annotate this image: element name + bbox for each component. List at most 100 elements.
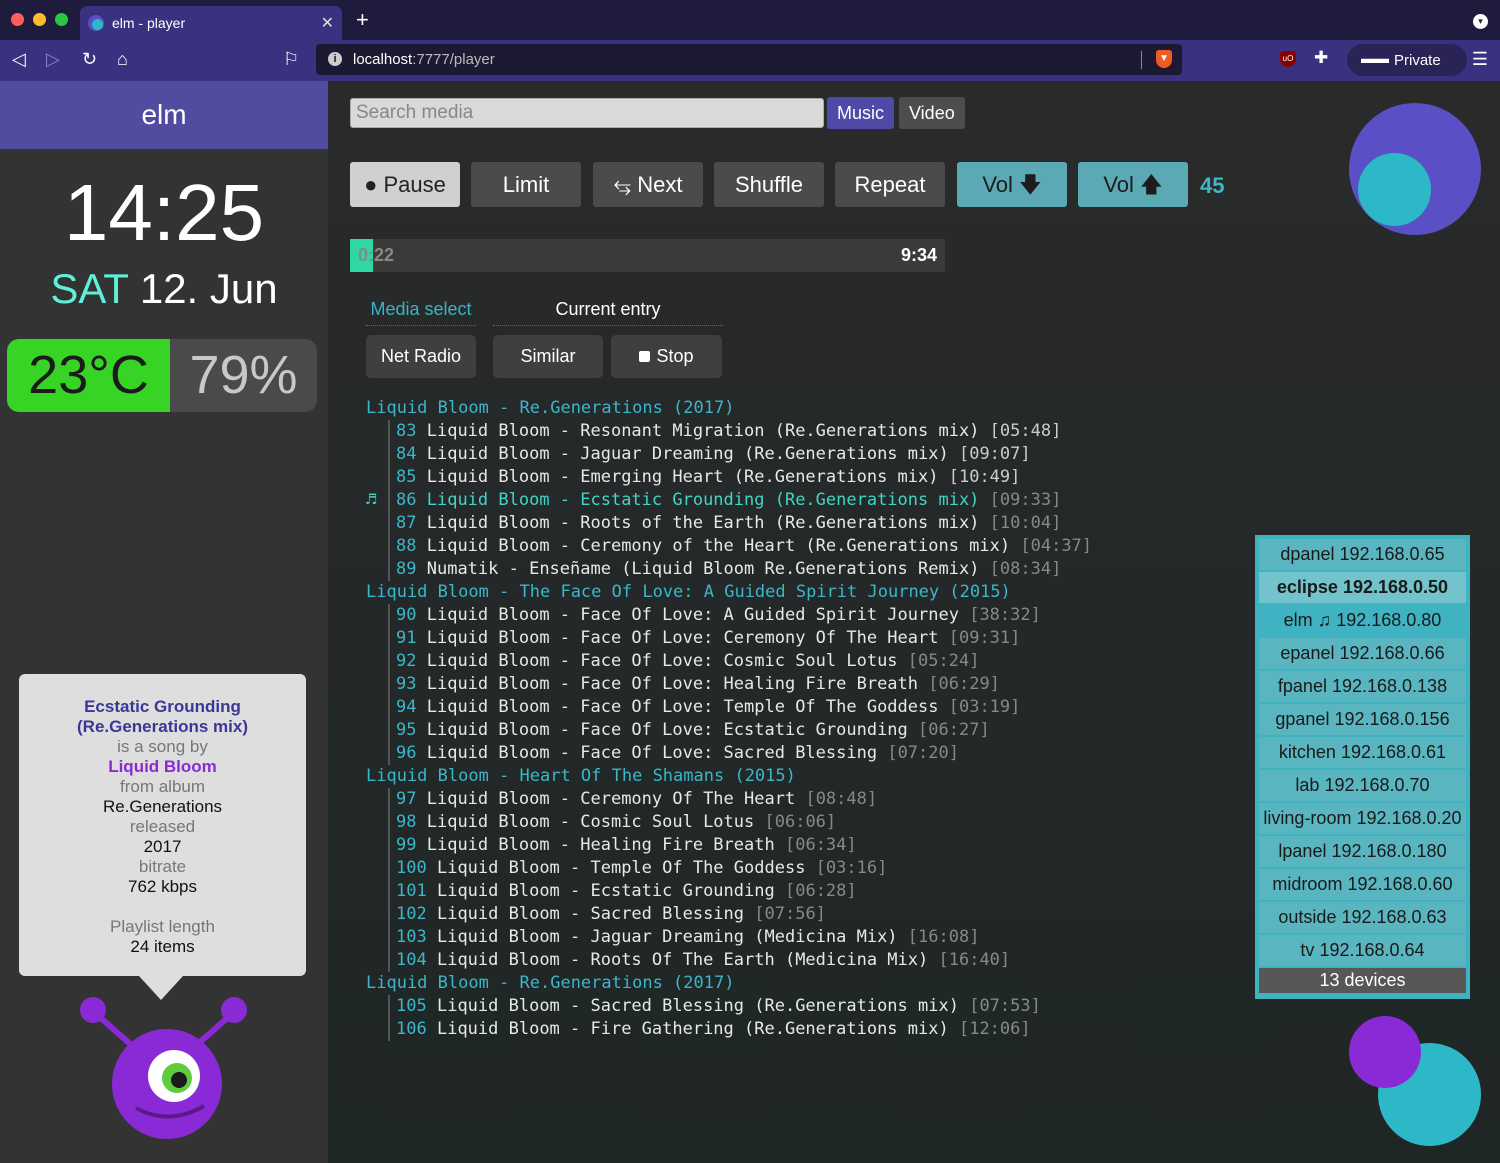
playlist-track[interactable]: 90 Liquid Bloom - Face Of Love: A Guided… [366, 604, 1126, 627]
playlist-track[interactable]: 93 Liquid Bloom - Face Of Love: Healing … [366, 673, 1126, 696]
playlist-track[interactable]: 106 Liquid Bloom - Fire Gathering (Re.Ge… [366, 1018, 1126, 1041]
song-artist[interactable]: Liquid Bloom [19, 757, 306, 777]
url-text[interactable]: localhost:7777/player [353, 51, 495, 68]
brave-shields-icon[interactable]: ▼ [1156, 50, 1172, 68]
device-item[interactable]: outside 192.168.0.63 [1259, 902, 1466, 933]
playlist-track[interactable]: 85 Liquid Bloom - Emerging Heart (Re.Gen… [366, 466, 1126, 489]
playlist-track[interactable]: 95 Liquid Bloom - Face Of Love: Ecstatic… [366, 719, 1126, 742]
shuffle-button[interactable]: Shuffle [714, 162, 824, 207]
elapsed-time: 0:22 [358, 245, 395, 265]
volume-up-button[interactable]: Vol 🡅 [1078, 162, 1188, 207]
stop-button[interactable]: Stop [611, 335, 722, 378]
similar-button[interactable]: Similar [493, 335, 603, 378]
repeat-button[interactable]: Repeat [835, 162, 945, 207]
device-name: midroom [1272, 874, 1343, 894]
device-name: elm ♫ [1283, 610, 1332, 630]
progress-bar[interactable]: 0:22 9:34 [350, 239, 945, 272]
menu-icon[interactable]: ☰ [1472, 49, 1488, 70]
playlist-track[interactable]: 88 Liquid Bloom - Ceremony of the Heart … [366, 535, 1126, 558]
device-item[interactable]: eclipse 192.168.0.50 [1259, 572, 1466, 603]
limit-button[interactable]: Limit [471, 162, 581, 207]
track-duration: [10:04] [989, 513, 1062, 533]
track-title: Liquid Bloom - Jaguar Dreaming (Medicina… [436, 927, 898, 947]
playlist-track[interactable]: 89 Numatik - Enseñame (Liquid Bloom Re.G… [366, 558, 1126, 581]
device-ip: 192.168.0.80 [1336, 610, 1442, 630]
device-item[interactable]: gpanel 192.168.0.156 [1259, 704, 1466, 735]
album-group-line [388, 1018, 390, 1041]
playlist-track[interactable]: 91 Liquid Bloom - Face Of Love: Ceremony… [366, 627, 1126, 650]
device-item[interactable]: tv 192.168.0.64 [1259, 935, 1466, 966]
browser-tab[interactable]: elm - player ✕ [80, 6, 342, 40]
forward-icon[interactable]: ▷ [46, 49, 60, 70]
playlist-track[interactable]: 101 Liquid Bloom - Ecstatic Grounding [0… [366, 880, 1126, 903]
playlist-track[interactable]: 92 Liquid Bloom - Face Of Love: Cosmic S… [366, 650, 1126, 673]
album-group-line [388, 949, 390, 972]
track-title: Liquid Bloom - Face Of Love: Sacred Bles… [426, 743, 878, 763]
song-bitrate: 762 kbps [128, 877, 197, 896]
bitrate-label: bitrate [138, 857, 187, 876]
playlist-track[interactable]: 105 Liquid Bloom - Sacred Blessing (Re.G… [366, 995, 1126, 1018]
playlist-track[interactable]: ♬ 86 Liquid Bloom - Ecstatic Grounding (R… [366, 489, 1126, 512]
volume-down-button[interactable]: Vol 🡇 [957, 162, 1067, 207]
site-info-icon[interactable]: i [328, 52, 342, 66]
device-item[interactable]: living-room 192.168.0.20 [1259, 803, 1466, 834]
playlist-track[interactable]: 99 Liquid Bloom - Healing Fire Breath [0… [366, 834, 1126, 857]
album-group-line [388, 673, 390, 696]
device-item[interactable]: fpanel 192.168.0.138 [1259, 671, 1466, 702]
device-item[interactable]: lpanel 192.168.0.180 [1259, 836, 1466, 867]
home-icon[interactable]: ⌂ [117, 49, 128, 70]
track-duration: [05:24] [907, 651, 980, 671]
album-header[interactable]: Liquid Bloom - The Face Of Love: A Guide… [366, 581, 1126, 604]
playlist-track[interactable]: 83 Liquid Bloom - Resonant Migration (Re… [366, 420, 1126, 443]
playlist-track[interactable]: 96 Liquid Bloom - Face Of Love: Sacred B… [366, 742, 1126, 765]
playlist-track[interactable]: 94 Liquid Bloom - Face Of Love: Temple O… [366, 696, 1126, 719]
minimize-window-button[interactable] [33, 13, 46, 26]
video-mode-button[interactable]: Video [899, 97, 965, 129]
reload-icon[interactable]: ↻ [82, 49, 97, 70]
new-tab-icon[interactable]: + [356, 7, 369, 33]
device-item[interactable]: dpanel 192.168.0.65 [1259, 539, 1466, 570]
playlist-track[interactable]: 98 Liquid Bloom - Cosmic Soul Lotus [06:… [366, 811, 1126, 834]
device-item[interactable]: midroom 192.168.0.60 [1259, 869, 1466, 900]
bookmark-icon[interactable]: ⚐ [283, 49, 299, 70]
device-item[interactable]: epanel 192.168.0.66 [1259, 638, 1466, 669]
tab-close-icon[interactable]: ✕ [321, 13, 334, 33]
track-number: 102 [396, 904, 427, 924]
track-duration: [07:53] [969, 996, 1041, 1016]
pause-button[interactable]: ● Pause [350, 162, 460, 207]
playlist-track[interactable]: 100 Liquid Bloom - Temple Of The Goddess… [366, 857, 1126, 880]
tab-current-entry[interactable]: Current entry [493, 299, 723, 326]
weather-widget: 23°C 79% [7, 339, 317, 412]
playlist-track[interactable]: 87 Liquid Bloom - Roots of the Earth (Re… [366, 512, 1126, 535]
track-number: 100 [396, 858, 427, 878]
playlist-track[interactable]: 97 Liquid Bloom - Ceremony Of The Heart … [366, 788, 1126, 811]
tab-list-chevron-icon[interactable]: ▾ [1473, 14, 1488, 29]
device-item[interactable]: kitchen 192.168.0.61 [1259, 737, 1466, 768]
track-number: 91 [396, 628, 417, 648]
device-item[interactable]: elm ♫ 192.168.0.80 [1259, 605, 1466, 636]
track-title: Liquid Bloom - Jaguar Dreaming (Re.Gener… [426, 444, 949, 464]
tab-media-select[interactable]: Media select [366, 299, 476, 326]
playlist-track[interactable]: 102 Liquid Bloom - Sacred Blessing [07:5… [366, 903, 1126, 926]
album-header[interactable]: Liquid Bloom - Re.Generations (2017) [366, 972, 1126, 995]
playlist-track[interactable]: 104 Liquid Bloom - Roots Of The Earth (M… [366, 949, 1126, 972]
playlist-track[interactable]: 84 Liquid Bloom - Jaguar Dreaming (Re.Ge… [366, 443, 1126, 466]
net-radio-button[interactable]: Net Radio [366, 335, 476, 378]
device-item[interactable]: lab 192.168.0.70 [1259, 770, 1466, 801]
music-mode-button[interactable]: Music [827, 97, 895, 129]
next-button[interactable]: ⥃ Next [593, 162, 703, 207]
search-input[interactable]: Search media [350, 98, 824, 128]
zoom-window-button[interactable] [55, 13, 68, 26]
album-header[interactable]: Liquid Bloom - Heart Of The Shamans (201… [366, 765, 1126, 788]
playlist-track[interactable]: 103 Liquid Bloom - Jaguar Dreaming (Medi… [366, 926, 1126, 949]
extensions-icon[interactable]: ✚ [1314, 48, 1328, 68]
ublock-icon[interactable]: uO [1280, 51, 1296, 67]
album-header[interactable]: Liquid Bloom - Re.Generations (2017) [366, 397, 1126, 420]
private-window-button[interactable]: ▬▬ Private [1347, 44, 1467, 76]
address-bar[interactable]: i localhost:7777/player ▼ [316, 44, 1182, 75]
back-icon[interactable]: ◁ [12, 49, 26, 70]
song-title: Ecstatic Grounding (Re.Generations mix) [77, 697, 248, 736]
close-window-button[interactable] [11, 13, 24, 26]
track-number: 88 [396, 536, 417, 556]
track-title: Liquid Bloom - Ecstatic Grounding (Re.Ge… [426, 490, 980, 510]
